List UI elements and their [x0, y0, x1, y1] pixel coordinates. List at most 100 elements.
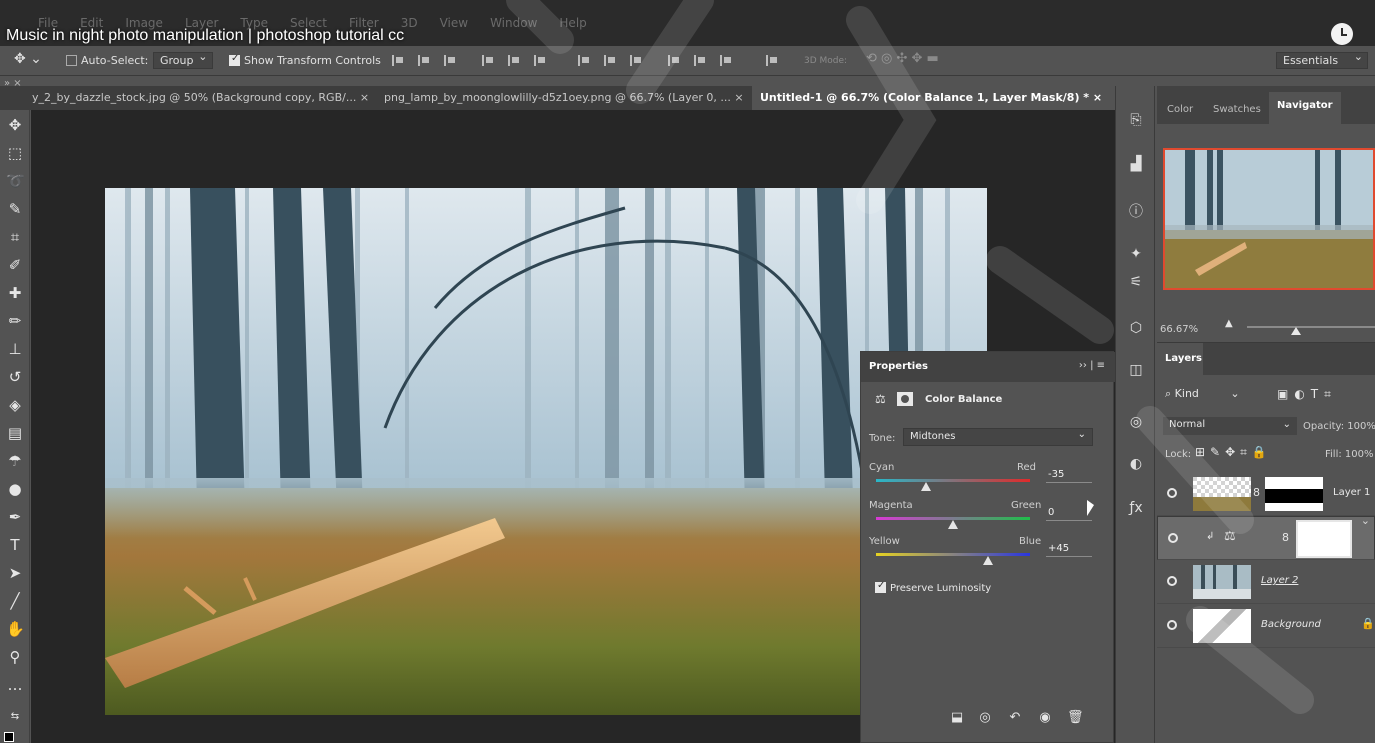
distribute-top-icon[interactable]: [578, 55, 590, 66]
lock-icons[interactable]: ⊞✎✥⌗🔒: [1195, 445, 1272, 460]
opacity-value[interactable]: 100%: [1347, 421, 1375, 432]
distribute-vcenter-icon[interactable]: [604, 55, 616, 66]
history-icon[interactable]: ⎘: [1126, 110, 1146, 130]
channels-icon[interactable]: ◎: [1126, 412, 1146, 432]
layer-row-background[interactable]: Background 🔒: [1157, 604, 1375, 648]
fill-value[interactable]: 100%: [1345, 449, 1374, 460]
preserve-luminosity-checkbox[interactable]: Preserve Luminosity: [875, 580, 991, 594]
magenta-green-value-field[interactable]: 0: [1046, 505, 1092, 521]
menu-view[interactable]: View: [440, 16, 468, 30]
show-transform-controls-checkbox[interactable]: Show Transform Controls: [229, 53, 381, 67]
magenta-green-slider-thumb[interactable]: [948, 520, 958, 529]
crop-tool-icon[interactable]: ⌗: [6, 228, 24, 246]
fill-control[interactable]: Fill: 100%: [1325, 449, 1374, 460]
distribute-bottom-icon[interactable]: [630, 55, 642, 66]
zoom-tool-icon[interactable]: ⚲: [6, 648, 24, 666]
line-tool-icon[interactable]: ╱: [6, 592, 24, 610]
menu-window[interactable]: Window: [490, 16, 537, 30]
more-tools-icon[interactable]: …: [6, 676, 24, 694]
visibility-eye-icon[interactable]: [1167, 620, 1177, 630]
distribute-right-icon[interactable]: [720, 55, 732, 66]
zoom-out-icon[interactable]: ▲: [1225, 318, 1233, 329]
align-vcenter-icon[interactable]: [418, 55, 430, 66]
tab-close-icon[interactable]: ×: [734, 91, 743, 104]
pen-tool-icon[interactable]: ✒: [6, 508, 24, 526]
healing-brush-tool-icon[interactable]: ✚: [6, 284, 24, 302]
layer-row-layer-1[interactable]: 8 Layer 1: [1157, 472, 1375, 516]
cyan-red-slider-thumb[interactable]: [921, 482, 932, 491]
align-top-icon[interactable]: [392, 55, 404, 66]
layer-row-color-balance[interactable]: ↲ ⚖ 8: [1157, 514, 1375, 560]
distribute-hcenter-icon[interactable]: [694, 55, 706, 66]
foreground-color-swatch[interactable]: [4, 732, 14, 742]
brush-settings-icon[interactable]: ⚟: [1126, 272, 1146, 292]
blend-mode-dropdown[interactable]: Normal ⌄: [1163, 417, 1297, 435]
menu-help[interactable]: Help: [559, 16, 586, 30]
brushes-icon[interactable]: ✦: [1126, 244, 1146, 264]
layer-mask-thumbnail[interactable]: [1265, 477, 1323, 511]
layer-filter-icons[interactable]: ▣◐T⌗: [1277, 387, 1337, 402]
opacity-control[interactable]: Opacity: 100%: [1303, 421, 1375, 432]
align-hcenter-icon[interactable]: [508, 55, 520, 66]
lasso-tool-icon[interactable]: ➰: [6, 172, 25, 190]
type-tool-icon[interactable]: T: [6, 536, 24, 554]
histogram-icon[interactable]: ▟: [1126, 154, 1146, 174]
tab-layers[interactable]: Layers: [1157, 343, 1203, 375]
mask-link-icon[interactable]: 8: [1282, 531, 1289, 544]
adjustments-icon[interactable]: ◐: [1126, 454, 1146, 474]
eyedropper-tool-icon[interactable]: ✐: [6, 256, 24, 274]
clip-to-layer-icon[interactable]: ⬓: [949, 710, 965, 726]
navigator-zoom-label[interactable]: 66.67%: [1160, 324, 1198, 335]
auto-align-icon[interactable]: [766, 55, 778, 66]
move-tool-preset-icon[interactable]: ✥ ⌄: [14, 51, 42, 67]
3d-icon[interactable]: ⬡: [1126, 318, 1146, 338]
layer-thumbnail[interactable]: [1193, 477, 1251, 511]
delete-trash-icon[interactable]: 🗑: [1067, 710, 1084, 726]
path-selection-tool-icon[interactable]: ➤: [6, 564, 24, 582]
cyan-red-value-field[interactable]: -35: [1046, 467, 1092, 483]
auto-select-box[interactable]: [66, 55, 77, 66]
tab-close-icon[interactable]: ×: [1093, 91, 1102, 104]
eraser-tool-icon[interactable]: ◈: [6, 396, 24, 414]
gradient-tool-icon[interactable]: ▤: [6, 424, 24, 442]
layer-name[interactable]: Layer 2: [1261, 575, 1298, 586]
reset-adjustment-icon[interactable]: ↶: [1007, 710, 1023, 726]
panel-menu-icon[interactable]: ›› | ≡: [1079, 360, 1105, 371]
blur-tool-icon[interactable]: ☂: [6, 452, 24, 470]
layer-mask-icon[interactable]: [897, 392, 913, 406]
quick-select-tool-icon[interactable]: ✎: [6, 200, 24, 218]
layers-icon[interactable]: ◫: [1126, 360, 1146, 380]
yellow-blue-slider-thumb[interactable]: [982, 556, 993, 565]
3d-mode-icons[interactable]: ⟲ ◎ ✣ ✥ ▬: [866, 51, 939, 66]
tab-dazzle-stock[interactable]: y_2_by_dazzle_stock.jpg @ 50% (Backgroun…: [24, 86, 377, 110]
show-transform-box[interactable]: [229, 53, 240, 66]
preserve-luminosity-box[interactable]: [875, 580, 886, 593]
clone-stamp-tool-icon[interactable]: ⊥: [6, 340, 24, 358]
view-previous-state-icon[interactable]: ◎: [977, 710, 993, 726]
hand-tool-icon[interactable]: ✋: [6, 620, 25, 638]
clock-icon[interactable]: [1331, 23, 1353, 45]
visibility-eye-icon[interactable]: [1168, 533, 1178, 543]
yellow-blue-value-field[interactable]: +45: [1046, 541, 1092, 557]
mask-link-icon[interactable]: 8: [1253, 486, 1260, 499]
auto-select-checkbox[interactable]: Auto-Select:: [66, 54, 148, 67]
tone-dropdown[interactable]: Midtones ⌄: [903, 428, 1093, 446]
tab-close-icon[interactable]: ×: [360, 91, 369, 104]
tab-navigator[interactable]: Navigator: [1269, 92, 1341, 124]
collapse-toolbar-icon[interactable]: » ×: [4, 78, 22, 89]
tab-lamp[interactable]: png_lamp_by_moonglowlilly-d5z1oey.png @ …: [376, 86, 752, 110]
visibility-eye-icon[interactable]: [1167, 576, 1177, 586]
layer-row-layer-2[interactable]: Layer 2: [1157, 560, 1375, 604]
tab-color[interactable]: Color: [1159, 96, 1201, 124]
tab-swatches[interactable]: Swatches: [1205, 96, 1269, 124]
brush-tool-icon[interactable]: ✏: [6, 312, 24, 330]
navigator-preview[interactable]: [1163, 148, 1375, 290]
workspace-dropdown[interactable]: Essentials: [1276, 50, 1368, 69]
toggle-visibility-eye-icon[interactable]: ◉: [1037, 710, 1053, 726]
move-tool-icon[interactable]: ✥: [6, 116, 24, 134]
artwork-image[interactable]: [105, 188, 987, 715]
swap-colors-icon[interactable]: ⇆: [6, 708, 24, 726]
layer-thumbnail[interactable]: [1193, 609, 1251, 643]
tab-untitled-1[interactable]: Untitled-1 @ 66.7% (Color Balance 1, Lay…: [752, 86, 1111, 110]
visibility-eye-icon[interactable]: [1167, 488, 1177, 498]
